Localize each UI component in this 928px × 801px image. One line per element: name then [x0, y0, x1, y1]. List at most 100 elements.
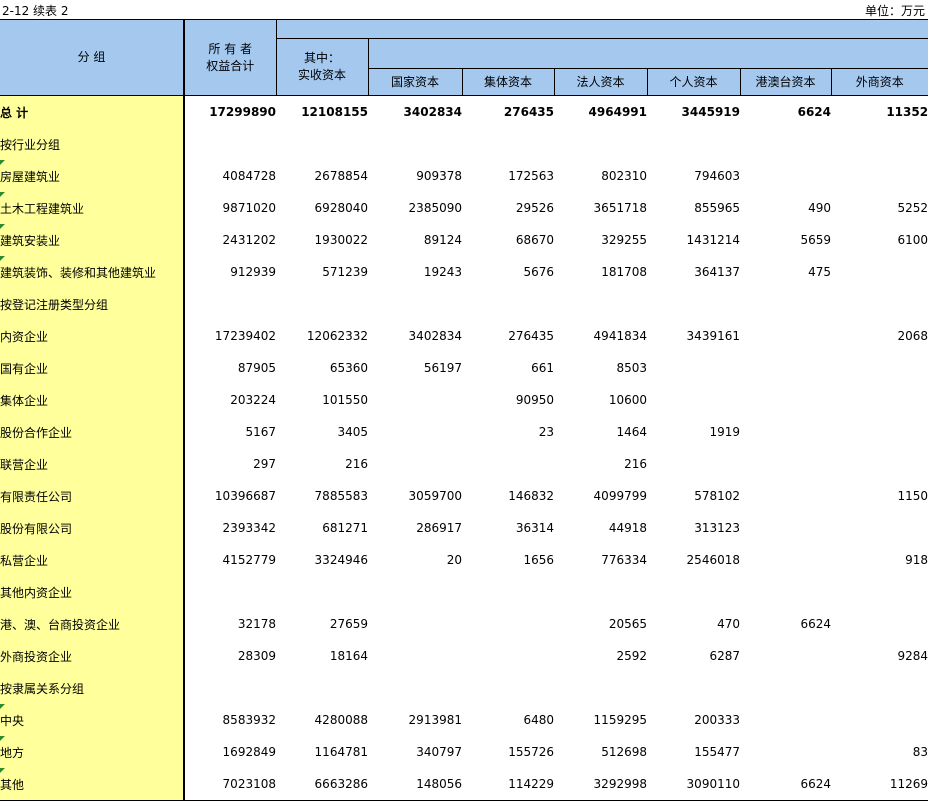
row-label: 股份合作企业 [0, 416, 185, 448]
value-cell: 10600 [608, 393, 647, 407]
value-cell: 470 [717, 617, 740, 631]
value-cell: 155477 [694, 745, 740, 759]
value-cell [740, 480, 831, 512]
value-cell [831, 672, 928, 704]
header-foreign-capital: 外商资本 [831, 68, 928, 96]
value-cell [368, 288, 462, 320]
value-cell: 276435 [462, 95, 554, 128]
row-label-text: 中央 [0, 713, 25, 728]
value-cell [831, 608, 928, 640]
value-cell [647, 672, 740, 704]
value-cell: 6624 [740, 768, 831, 801]
value-cell [368, 384, 462, 416]
value-cell [647, 288, 740, 320]
row-label-text: 股份有限公司 [0, 521, 73, 536]
value-cell: 4152779 [222, 553, 276, 567]
value-cell: 5659 [800, 233, 831, 247]
value-cell: 1930022 [314, 233, 368, 247]
value-cell [740, 576, 831, 608]
header-equity-line1: 所 有 者 [208, 41, 253, 56]
value-cell [368, 576, 462, 608]
value-cell [740, 544, 831, 576]
row-label: 外商投资企业 [0, 640, 185, 672]
row-label: 有限责任公司 [0, 480, 185, 512]
row-label-text: 内资企业 [0, 329, 49, 344]
row-label: 内资企业 [0, 320, 185, 352]
row-label: 国有企业 [0, 352, 185, 384]
row-label: 中央 [0, 704, 185, 736]
value-cell: 7023108 [184, 768, 276, 801]
header-individual-capital: 个人资本 [647, 68, 741, 96]
row-label: 建筑装饰、装修和其他建筑业 [0, 256, 185, 288]
value-cell [462, 672, 554, 704]
value-cell [831, 512, 928, 544]
value-cell: 4964991 [554, 95, 647, 128]
value-cell: 10396687 [214, 489, 276, 503]
value-cell: 6100 [897, 233, 928, 247]
value-cell [184, 672, 276, 704]
value-cell: 9871020 [222, 201, 276, 215]
value-cell [647, 128, 740, 160]
value-cell: 1159295 [593, 713, 647, 727]
value-cell: 29526 [515, 201, 554, 215]
value-cell: 89124 [423, 233, 462, 247]
value-cell: 12108155 [276, 95, 368, 128]
value-cell: 2913981 [408, 713, 462, 727]
header-paid-in-line1: 其中： [303, 51, 340, 65]
table-row: 股份合作企业 5167 3405 23 1464 1919 [0, 416, 928, 448]
table-row: 内资企业 17239402 12062332 3402834 276435 4941834… [0, 320, 928, 352]
value-cell: 172563 [508, 169, 554, 183]
value-cell [647, 352, 740, 384]
value-cell: 2592 [616, 649, 647, 663]
row-label-text: 其他 [0, 777, 25, 792]
value-cell: 4084728 [222, 169, 276, 183]
value-cell [647, 384, 740, 416]
value-cell: 776334 [601, 553, 647, 567]
header-paid-in-line2: 实收资本 [297, 68, 346, 82]
row-label-text: 私营企业 [0, 553, 49, 568]
value-cell: 181708 [601, 265, 647, 279]
row-label: 其他内资企业 [0, 576, 185, 608]
value-cell: 909378 [416, 169, 462, 183]
value-cell: 329255 [601, 233, 647, 247]
value-cell: 855965 [694, 201, 740, 215]
table-row: 总 计 17299890 12108155 3402834 276435 4964991 3… [0, 95, 928, 128]
value-cell: 9284 [897, 649, 928, 663]
row-label: 按行业分组 [0, 128, 185, 160]
value-cell: 4941834 [593, 329, 647, 343]
value-cell: 4099799 [593, 489, 647, 503]
value-cell [462, 288, 554, 320]
value-cell: 2068 [897, 329, 928, 343]
table-row: 地方 1692849 1164781 340797 155726 512698 155477… [0, 736, 928, 768]
header-hkmt-capital: 港澳台资本 [740, 68, 832, 96]
value-cell: 17239402 [214, 329, 276, 343]
row-label-text: 外商投资企业 [0, 649, 73, 664]
value-cell: 5252 [897, 201, 928, 215]
value-cell [831, 704, 928, 736]
value-cell [647, 576, 740, 608]
value-cell [831, 128, 928, 160]
value-cell: 1656 [523, 553, 554, 567]
table-row: 按隶属关系分组 [0, 672, 928, 704]
title-bar: 2-12 续表 2 单位：万元 [0, 0, 928, 19]
row-label: 总 计 [0, 95, 185, 128]
comment-marker-icon [0, 256, 5, 261]
value-cell: 32178 [237, 617, 276, 631]
value-cell [368, 416, 462, 448]
value-cell: 44918 [608, 521, 647, 535]
table-row: 其他 7023108 6663286 148056 114229 3292998 30901… [0, 768, 928, 801]
value-cell [831, 288, 928, 320]
value-cell: 286917 [416, 521, 462, 535]
value-cell: 155726 [508, 745, 554, 759]
header-collective-capital: 集体资本 [462, 68, 555, 96]
value-cell [740, 128, 831, 160]
value-cell [554, 288, 647, 320]
value-cell: 11352 [831, 95, 928, 128]
value-cell [740, 736, 831, 768]
value-cell [276, 672, 368, 704]
header-sub-spacer [368, 38, 928, 69]
row-label-text: 地方 [0, 745, 25, 760]
value-cell: 3445919 [647, 95, 740, 128]
value-cell [276, 288, 368, 320]
value-cell: 1150 [897, 489, 928, 503]
